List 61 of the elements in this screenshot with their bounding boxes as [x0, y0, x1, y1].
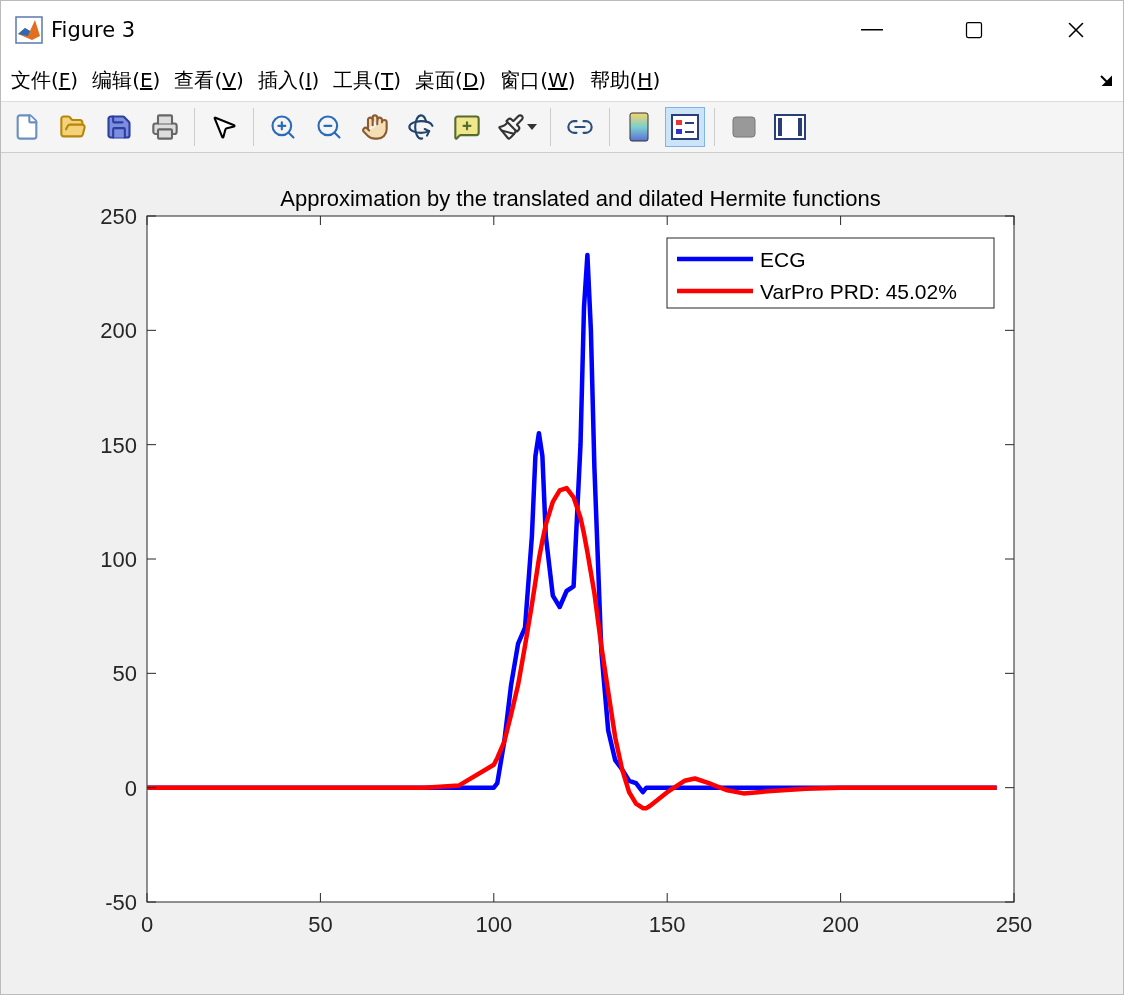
- y-tick-label: 250: [100, 204, 137, 229]
- x-tick-label: 50: [308, 912, 333, 937]
- x-tick-label: 150: [648, 912, 686, 937]
- toolbar-button[interactable]: [665, 107, 705, 147]
- save-icon: [105, 113, 133, 141]
- menu-item[interactable]: 帮助(H): [589, 64, 661, 96]
- tick-mark: [1004, 444, 1015, 446]
- menu-item[interactable]: 插入(I): [257, 64, 320, 96]
- x-tick-label: 0: [140, 912, 154, 937]
- rotate-icon: [407, 113, 435, 141]
- y-tick-label: 0: [124, 775, 137, 801]
- y-tick-label: 100: [100, 547, 137, 572]
- colorbar-icon: [629, 112, 649, 142]
- legend-label: VarPro PRD: 45.02%: [760, 280, 957, 303]
- zoom-in-icon: [269, 113, 297, 141]
- x-tick-label: 100: [475, 912, 513, 937]
- y-tick-label: 200: [100, 318, 137, 344]
- chart-title: Approximation by the translated and dilated Hermite functions: [280, 186, 881, 211]
- y-tick-label: -50: [105, 890, 137, 915]
- menu-item[interactable]: 查看(V): [174, 64, 244, 96]
- tick-mark: [146, 329, 157, 331]
- window-title: Figure 3: [51, 18, 137, 42]
- tick-mark: [1004, 558, 1015, 560]
- tick-mark: [666, 892, 668, 903]
- y-tick-label: 50: [112, 661, 137, 687]
- x-tick-label: 200: [822, 912, 859, 937]
- tick-mark: [840, 892, 842, 903]
- tick-mark: [840, 215, 842, 226]
- maximize-icon: [964, 20, 984, 40]
- menu-item[interactable]: 桌面(D): [415, 64, 487, 96]
- menu-item[interactable]: 编辑(E): [92, 64, 161, 96]
- app-logo-icon: [15, 16, 43, 44]
- legend-icon: [671, 114, 699, 140]
- tick-mark: [493, 892, 495, 903]
- brush-icon: [497, 113, 525, 141]
- caret-icon: [527, 123, 537, 131]
- zoom-out-icon: [315, 113, 343, 141]
- tick-mark: [146, 444, 157, 446]
- tick-mark: [1004, 787, 1015, 789]
- menu-item[interactable]: 工具(T): [333, 64, 402, 96]
- dock-arrow-icon[interactable]: [1099, 72, 1115, 88]
- data-tip-icon: [453, 113, 481, 141]
- panel-icon: [774, 114, 806, 140]
- legend-label: ECG: [760, 248, 806, 271]
- tick-mark: [146, 787, 157, 789]
- tick-mark: [1004, 329, 1015, 331]
- tick-mark: [1004, 672, 1015, 674]
- y-tick-label: 150: [100, 432, 137, 458]
- menu-item[interactable]: 窗口(W): [500, 64, 576, 96]
- square-icon: [732, 116, 756, 138]
- tick-mark: [146, 558, 157, 560]
- printer-icon: [151, 113, 179, 141]
- x-tick-label: 250: [995, 912, 1033, 937]
- tick-mark: [319, 892, 321, 903]
- menu-item[interactable]: 文件(F): [11, 64, 79, 96]
- tick-mark: [493, 215, 495, 226]
- tick-mark: [319, 215, 321, 226]
- tick-mark: [146, 672, 157, 674]
- tick-mark: [666, 215, 668, 226]
- hand-icon: [361, 113, 389, 141]
- minimize-icon: [861, 29, 883, 31]
